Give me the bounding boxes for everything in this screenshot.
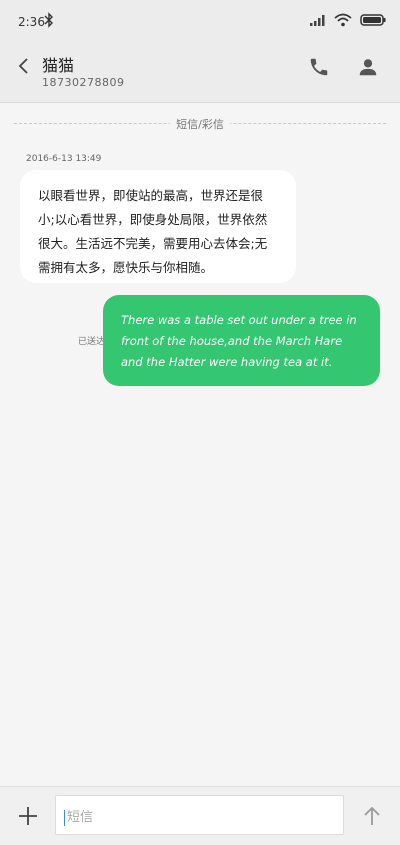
contact-number: 18730278809 xyxy=(42,76,125,89)
send-arrow-icon[interactable] xyxy=(361,805,383,827)
composer-bar: 短信 xyxy=(0,786,400,845)
incoming-message-bubble[interactable]: 以眼看世界，即使站的最高，世界还是很小;以心看世界，即使身处局限，世界依然很大。… xyxy=(20,170,296,283)
message-input-placeholder: 短信 xyxy=(67,810,94,825)
wifi-icon xyxy=(334,13,352,27)
conversation-header: 猫猫 18730278809 xyxy=(0,44,400,103)
bluetooth-icon xyxy=(44,12,53,28)
outgoing-message-bubble[interactable]: There was a table set out under a tree i… xyxy=(103,295,380,386)
status-time: 2:36 xyxy=(18,15,45,29)
back-arrow-icon[interactable] xyxy=(14,56,34,76)
phone-icon[interactable] xyxy=(308,56,330,78)
signal-icon xyxy=(310,15,325,26)
contact-icon[interactable] xyxy=(357,56,379,78)
battery-icon xyxy=(360,14,386,26)
status-icons xyxy=(310,13,386,27)
plus-icon[interactable] xyxy=(17,805,39,827)
status-bar: 2:36 xyxy=(0,0,400,44)
delivery-status: 已送达 xyxy=(78,337,106,347)
carrier-label: 短信/彩信 xyxy=(0,116,400,132)
text-cursor xyxy=(64,809,65,826)
contact-name: 猫猫 xyxy=(42,56,75,75)
carrier-label-text: 短信/彩信 xyxy=(170,118,230,131)
message-timestamp: 2016-6-13 13:49 xyxy=(26,154,102,164)
message-input[interactable]: 短信 xyxy=(55,795,344,835)
